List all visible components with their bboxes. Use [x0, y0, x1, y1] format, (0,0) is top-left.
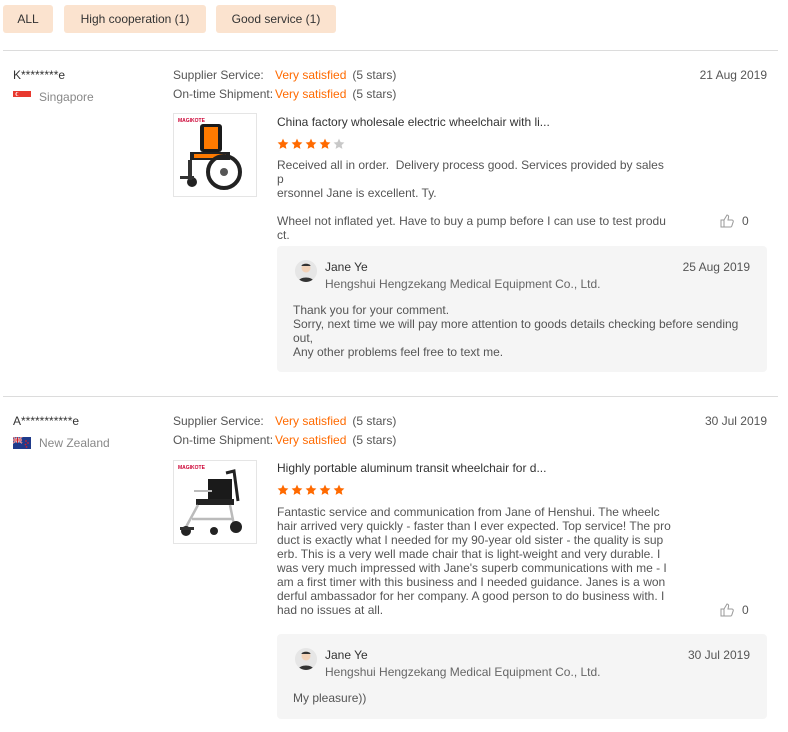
- like-button[interactable]: 0: [720, 603, 749, 617]
- seller-name: Jane Ye: [325, 260, 368, 274]
- supplier-service-stars: (5 stars): [352, 68, 397, 82]
- reviewer-name: A***********e: [13, 414, 80, 428]
- reply-text: My pleasure)): [293, 691, 367, 705]
- supplier-service-label: Supplier Service:: [173, 68, 264, 82]
- singapore-flag-icon: [13, 91, 31, 103]
- avatar-icon: [295, 648, 317, 670]
- divider: [3, 50, 778, 51]
- reply-text: Thank you for your comment. Sorry, next …: [293, 303, 739, 359]
- star-empty-icon: [333, 138, 345, 149]
- star-filled-icon: [291, 484, 303, 495]
- review-star-rating: [277, 484, 345, 496]
- supplier-service-rating: Supplier Service: Very satisfied (5 stars): [173, 414, 396, 428]
- star-filled-icon: [291, 138, 303, 149]
- transit-wheelchair-image: MAGIKOTE: [174, 461, 256, 543]
- review-star-rating: [277, 138, 345, 150]
- country-name: New Zealand: [39, 436, 110, 450]
- svg-text:MAGIKOTE: MAGIKOTE: [178, 465, 206, 471]
- shipment-stars: (5 stars): [352, 433, 397, 447]
- seller-reply: Jane Ye Hengshui Hengzekang Medical Equi…: [277, 246, 767, 372]
- like-count: 0: [742, 603, 749, 617]
- seller-reply: Jane Ye Hengshui Hengzekang Medical Equi…: [277, 634, 767, 719]
- like-button[interactable]: 0: [720, 214, 749, 228]
- product-title-link[interactable]: China factory wholesale electric wheelch…: [277, 115, 550, 129]
- supplier-service-stars: (5 stars): [352, 414, 397, 428]
- reviewer-country: New Zealand: [13, 436, 110, 450]
- seller-name: Jane Ye: [325, 648, 368, 662]
- product-title-link[interactable]: Highly portable aluminum transit wheelch…: [277, 461, 546, 475]
- country-name: Singapore: [39, 90, 94, 104]
- shipment-stars: (5 stars): [352, 87, 397, 101]
- thumbs-up-icon: [720, 214, 734, 228]
- reviewer-country: Singapore: [13, 90, 94, 104]
- product-thumbnail[interactable]: MAGIKOTE: [173, 460, 257, 544]
- reply-date: 30 Jul 2019: [687, 648, 750, 662]
- like-count: 0: [742, 214, 749, 228]
- supplier-service-value: Very satisfied: [275, 68, 347, 82]
- divider: [3, 396, 778, 397]
- shipment-rating: On-time Shipment: Very satisfied (5 stars): [173, 433, 396, 447]
- product-thumbnail[interactable]: MAGIKOTE: [173, 113, 257, 197]
- shipment-value: Very satisfied: [275, 433, 347, 447]
- electric-wheelchair-image: MAGIKOTE: [174, 114, 256, 196]
- filter-high-cooperation[interactable]: High cooperation (1): [64, 5, 206, 33]
- seller-company: Hengshui Hengzekang Medical Equipment Co…: [325, 277, 601, 291]
- seller-company: Hengshui Hengzekang Medical Equipment Co…: [325, 665, 601, 679]
- review-text: Received all in order. Delivery process …: [277, 158, 666, 242]
- star-filled-icon: [277, 138, 289, 149]
- thumbs-up-icon: [720, 603, 734, 617]
- star-filled-icon: [305, 484, 317, 495]
- star-filled-icon: [333, 484, 345, 495]
- new-zealand-flag-icon: [13, 437, 31, 449]
- reviewer-name: K********e: [13, 68, 66, 82]
- review-date: 30 Jul 2019: [704, 414, 767, 428]
- reply-date: 25 Aug 2019: [682, 260, 750, 274]
- star-filled-icon: [277, 484, 289, 495]
- review-text: Fantastic service and communication from…: [277, 505, 671, 617]
- shipment-label: On-time Shipment:: [173, 433, 274, 447]
- supplier-service-value: Very satisfied: [275, 414, 347, 428]
- star-filled-icon: [319, 138, 331, 149]
- star-filled-icon: [319, 484, 331, 495]
- shipment-label: On-time Shipment:: [173, 87, 274, 101]
- avatar-icon: [295, 260, 317, 282]
- star-filled-icon: [305, 138, 317, 149]
- supplier-service-label: Supplier Service:: [173, 414, 264, 428]
- shipment-value: Very satisfied: [275, 87, 347, 101]
- seller-avatar: [295, 260, 317, 282]
- seller-avatar: [295, 648, 317, 670]
- filter-good-service[interactable]: Good service (1): [216, 5, 336, 33]
- shipment-rating: On-time Shipment: Very satisfied (5 stars): [173, 87, 396, 101]
- svg-text:MAGIKOTE: MAGIKOTE: [178, 118, 206, 124]
- filter-all[interactable]: ALL: [3, 5, 53, 33]
- supplier-service-rating: Supplier Service: Very satisfied (5 stars): [173, 68, 396, 82]
- review-date: 21 Aug 2019: [699, 68, 767, 82]
